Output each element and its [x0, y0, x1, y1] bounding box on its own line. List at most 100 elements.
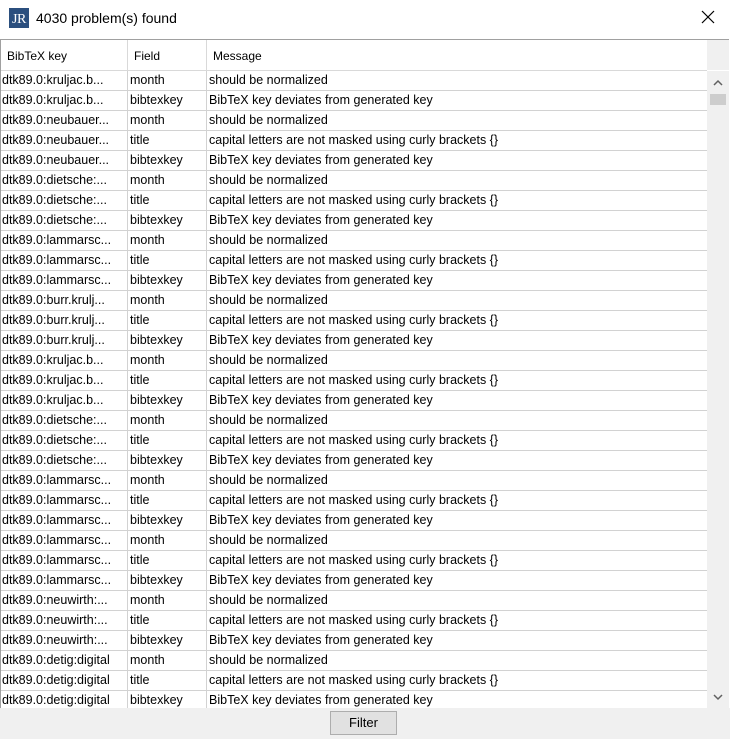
table-row[interactable]: dtk89.0:lammarsc... month should be normal… [1, 231, 707, 251]
cell-field: month [128, 171, 207, 191]
cell-bibtex-key: dtk89.0:lammarsc... [1, 531, 128, 551]
column-header-message[interactable]: Message [207, 40, 707, 70]
cell-message: should be normalized [209, 293, 328, 307]
cell-message: should be normalized [209, 233, 328, 247]
table-row[interactable]: dtk89.0:dietsche:... title capital letters… [1, 431, 707, 451]
table-row[interactable]: dtk89.0:detig:digital month should be norm… [1, 651, 707, 671]
chevron-up-icon [713, 75, 723, 89]
table-row[interactable]: dtk89.0:neubauer... title capital letters … [1, 131, 707, 151]
cell-field: title [128, 191, 207, 211]
table-row[interactable]: dtk89.0:burr.krulj... month should be norm… [1, 291, 707, 311]
cell-message: BibTeX key deviates from generated key [209, 693, 433, 707]
cell-field: bibtexkey [128, 571, 207, 591]
svg-text:R: R [17, 12, 27, 27]
jabref-logo-icon: J R [9, 8, 29, 28]
table-row[interactable]: dtk89.0:dietsche:... bibtexkey BibTeX key … [1, 211, 707, 231]
table-row[interactable]: dtk89.0:kruljac.b... month should be norma… [1, 71, 707, 91]
scroll-up-button[interactable] [707, 71, 729, 93]
cell-field: month [128, 291, 207, 311]
scroll-down-button[interactable] [707, 686, 729, 708]
table-row[interactable]: dtk89.0:lammarsc... month should be normal… [1, 471, 707, 491]
cell-field: title [128, 611, 207, 631]
cell-message: capital letters are not masked using cur… [209, 313, 499, 327]
cell-message: should be normalized [209, 593, 328, 607]
table-row[interactable]: dtk89.0:dietsche:... month should be norma… [1, 171, 707, 191]
cell-field: bibtexkey [128, 211, 207, 231]
table-row[interactable]: dtk89.0:detig:digital title capital letter… [1, 671, 707, 691]
table-row[interactable]: dtk89.0:burr.krulj... title capital letter… [1, 311, 707, 331]
cell-field: title [128, 431, 207, 451]
cell-bibtex-key: dtk89.0:burr.krulj... [1, 291, 128, 311]
cell-field: month [128, 651, 207, 671]
cell-field: title [128, 311, 207, 331]
cell-message: BibTeX key deviates from generated key [209, 393, 433, 407]
header-corner [707, 40, 729, 70]
cell-message: BibTeX key deviates from generated key [209, 153, 433, 167]
table-row[interactable]: dtk89.0:dietsche:... bibtexkey BibTeX key … [1, 451, 707, 471]
vertical-scrollbar[interactable] [707, 71, 729, 708]
table-row[interactable]: dtk89.0:lammarsc... bibtexkey BibTeX key d… [1, 271, 707, 291]
cell-field: bibtexkey [128, 691, 207, 708]
table-row[interactable]: dtk89.0:burr.krulj... bibtexkey BibTeX key… [1, 331, 707, 351]
cell-message: capital letters are not masked using cur… [209, 373, 499, 387]
close-icon [701, 10, 715, 27]
chevron-down-icon [713, 690, 723, 704]
table-row[interactable]: dtk89.0:kruljac.b... month should be norma… [1, 351, 707, 371]
close-button[interactable] [686, 0, 730, 36]
cell-message: BibTeX key deviates from generated key [209, 93, 433, 107]
cell-bibtex-key: dtk89.0:dietsche:... [1, 431, 128, 451]
cell-bibtex-key: dtk89.0:lammarsc... [1, 511, 128, 531]
cell-field: bibtexkey [128, 511, 207, 531]
table-row[interactable]: dtk89.0:dietsche:... title capital letters… [1, 191, 707, 211]
table-row[interactable]: dtk89.0:lammarsc... month should be normal… [1, 531, 707, 551]
cell-bibtex-key: dtk89.0:kruljac.b... [1, 351, 128, 371]
column-header-bibtex-key[interactable]: BibTeX key [1, 40, 128, 70]
table-row[interactable]: dtk89.0:kruljac.b... bibtexkey BibTeX key … [1, 91, 707, 111]
cell-field: month [128, 531, 207, 551]
cell-message: BibTeX key deviates from generated key [209, 273, 433, 287]
cell-bibtex-key: dtk89.0:dietsche:... [1, 171, 128, 191]
table-row[interactable]: dtk89.0:neuwirth:... title capital letters… [1, 611, 707, 631]
cell-message: should be normalized [209, 353, 328, 367]
table-row[interactable]: dtk89.0:lammarsc... title capital letters … [1, 491, 707, 511]
cell-message: should be normalized [209, 173, 328, 187]
cell-message: capital letters are not masked using cur… [209, 133, 499, 147]
cell-bibtex-key: dtk89.0:lammarsc... [1, 471, 128, 491]
cell-field: bibtexkey [128, 451, 207, 471]
cell-bibtex-key: dtk89.0:lammarsc... [1, 251, 128, 271]
table-row[interactable]: dtk89.0:kruljac.b... title capital letters… [1, 371, 707, 391]
cell-field: title [128, 671, 207, 691]
filter-button[interactable]: Filter [330, 711, 397, 735]
cell-field: bibtexkey [128, 391, 207, 411]
cell-field: bibtexkey [128, 271, 207, 291]
cell-bibtex-key: dtk89.0:detig:digital [1, 691, 128, 708]
table-row[interactable]: dtk89.0:neubauer... month should be normal… [1, 111, 707, 131]
table-row[interactable]: dtk89.0:dietsche:... month should be norma… [1, 411, 707, 431]
cell-bibtex-key: dtk89.0:neuwirth:... [1, 631, 128, 651]
table-row[interactable]: dtk89.0:kruljac.b... bibtexkey BibTeX key … [1, 391, 707, 411]
cell-field: title [128, 371, 207, 391]
table-row[interactable]: dtk89.0:neubauer... bibtexkey BibTeX key d… [1, 151, 707, 171]
window-title: 4030 problem(s) found [36, 10, 177, 26]
table-row[interactable]: dtk89.0:lammarsc... title capital letters … [1, 551, 707, 571]
table-row[interactable]: dtk89.0:lammarsc... bibtexkey BibTeX key d… [1, 571, 707, 591]
cell-message: BibTeX key deviates from generated key [209, 633, 433, 647]
cell-field: month [128, 471, 207, 491]
table-row[interactable]: dtk89.0:detig:digital bibtexkey BibTeX key… [1, 691, 707, 708]
cell-message: should be normalized [209, 73, 328, 87]
cell-field: month [128, 591, 207, 611]
cell-field: bibtexkey [128, 631, 207, 651]
cell-bibtex-key: dtk89.0:lammarsc... [1, 571, 128, 591]
cell-bibtex-key: dtk89.0:detig:digital [1, 671, 128, 691]
column-header-field[interactable]: Field [128, 40, 207, 70]
cell-bibtex-key: dtk89.0:kruljac.b... [1, 71, 128, 91]
cell-message: should be normalized [209, 113, 328, 127]
scrollbar-thumb[interactable] [710, 94, 726, 105]
cell-bibtex-key: dtk89.0:kruljac.b... [1, 391, 128, 411]
cell-bibtex-key: dtk89.0:lammarsc... [1, 551, 128, 571]
table-row[interactable]: dtk89.0:neuwirth:... bibtexkey BibTeX key … [1, 631, 707, 651]
table-row[interactable]: dtk89.0:neuwirth:... month should be norma… [1, 591, 707, 611]
table-row[interactable]: dtk89.0:lammarsc... bibtexkey BibTeX key d… [1, 511, 707, 531]
table-row[interactable]: dtk89.0:lammarsc... title capital letters … [1, 251, 707, 271]
cell-bibtex-key: dtk89.0:lammarsc... [1, 231, 128, 251]
